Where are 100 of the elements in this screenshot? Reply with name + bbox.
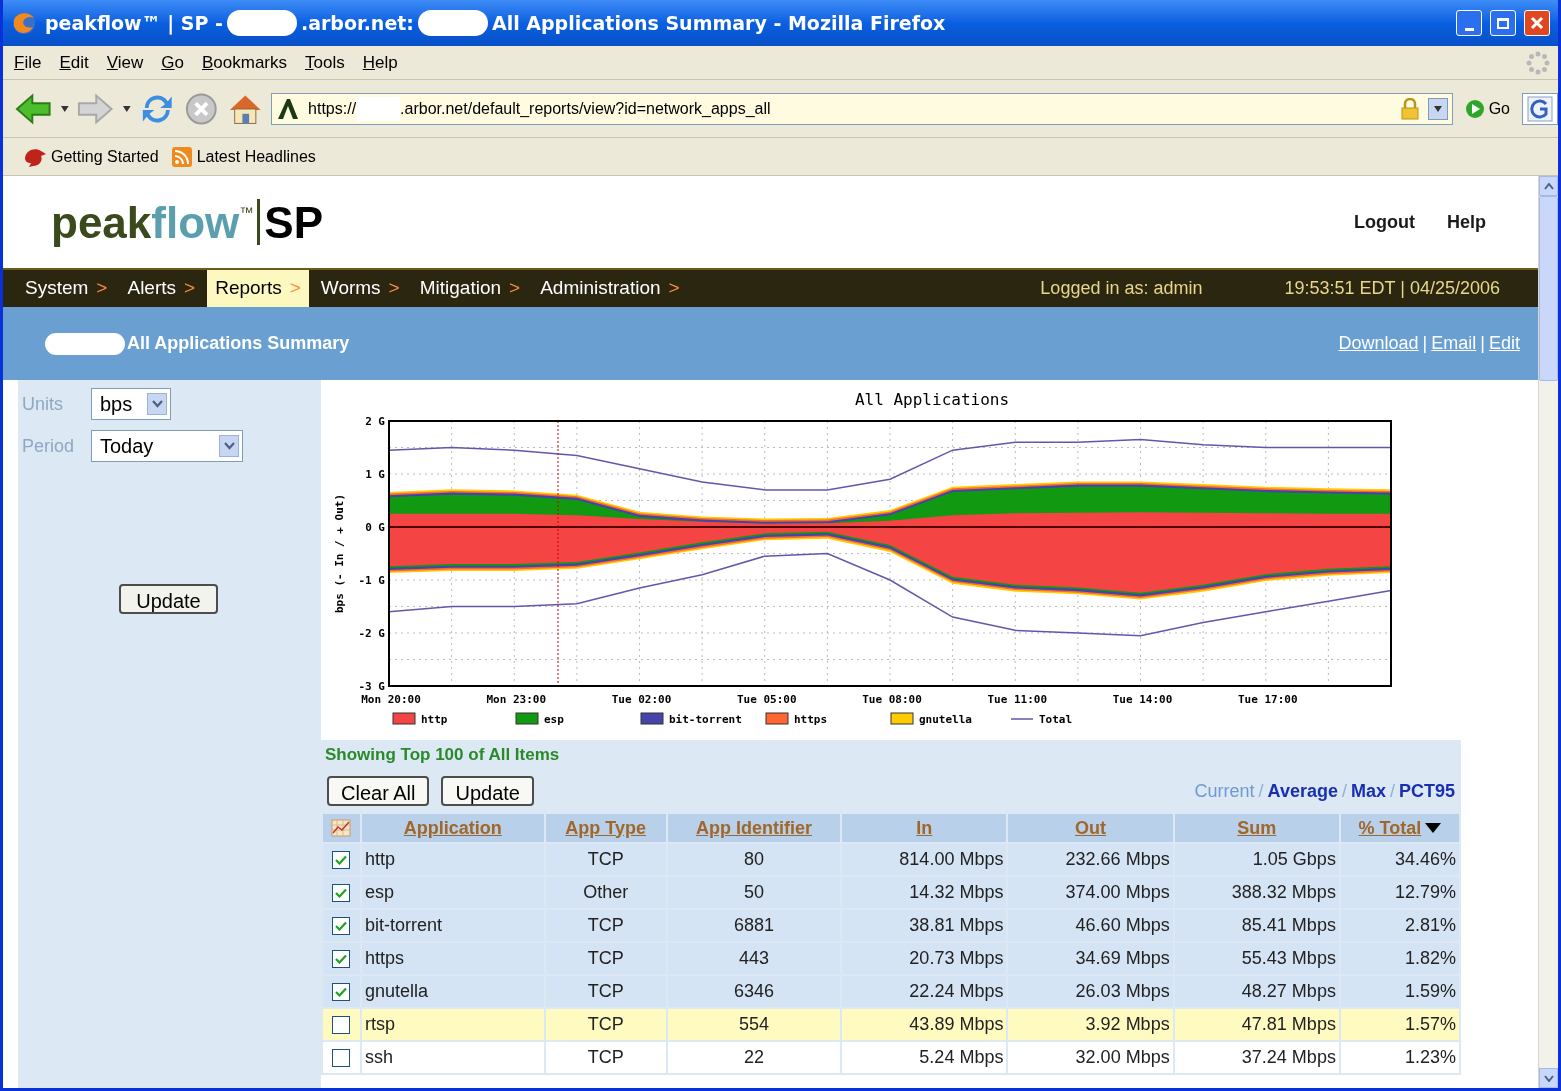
table-cell: 34.69 Mbps <box>1075 948 1170 968</box>
table-cell: 5.24 Mbps <box>919 1047 1004 1067</box>
update-button[interactable]: Update <box>119 584 218 614</box>
header-link[interactable]: Logout <box>1354 208 1415 236</box>
table-cell: 232.66 Mbps <box>1065 849 1170 869</box>
table-cell: 37.24 Mbps <box>1241 1047 1336 1067</box>
x-tick-label: Tue 05:00 <box>736 693 797 706</box>
separator-text: / <box>1389 779 1395 803</box>
dropdown-icon <box>1432 104 1443 113</box>
metric-link[interactable]: PCT95 <box>1398 777 1455 805</box>
table-cell: 46.60 Mbps <box>1075 915 1170 935</box>
results-caption: Showing Top 100 of All Items <box>325 744 560 767</box>
y-tick-label: -3 G <box>358 680 385 693</box>
scroll-up-button[interactable] <box>1539 176 1558 196</box>
bookmark-link[interactable]: Latest Headlines <box>170 144 316 169</box>
nav-tab[interactable]: Alerts > <box>119 270 204 307</box>
table-cell: 55.43 Mbps <box>1241 948 1336 968</box>
checkbox[interactable] <box>332 1015 351 1034</box>
select-field[interactable]: bps <box>91 388 171 420</box>
nav-tab[interactable]: Worms > <box>312 270 408 307</box>
menu-item[interactable]: View <box>99 47 151 78</box>
table-cell: https <box>364 948 404 968</box>
table-cell: TCP <box>587 1014 624 1034</box>
back-arrow-icon[interactable] <box>15 91 52 126</box>
checkbox[interactable] <box>332 982 351 1001</box>
chart-icon[interactable] <box>331 819 352 837</box>
table-cell: gnutella <box>364 981 428 1001</box>
menu-item[interactable]: Bookmarks <box>195 47 294 78</box>
nav-tab[interactable]: Mitigation > <box>411 270 529 307</box>
address-field[interactable]: https:// .arbor.net/default_reports/view?id=network_apps_all <box>271 92 1453 125</box>
table-cell: 12.79% <box>1394 882 1456 902</box>
legend-label: bit-torrent <box>669 713 742 726</box>
rss-icon <box>170 145 193 168</box>
separator-text: | <box>1422 332 1428 355</box>
table-cell: TCP <box>587 849 624 869</box>
scrollbar[interactable] <box>1538 176 1558 1088</box>
checkbox[interactable] <box>332 883 351 902</box>
url-text: .arbor.net/default_reports/view?id=network_apps_all <box>400 98 771 119</box>
legend-label: https <box>794 713 828 726</box>
menu-item[interactable]: Edit <box>52 47 96 78</box>
legend-label: gnutella <box>919 713 972 726</box>
table-cell: ssh <box>364 1047 393 1067</box>
chevron-text: > <box>184 276 196 301</box>
metric-link[interactable]: Average <box>1267 777 1338 805</box>
go-button[interactable]: Go <box>1460 93 1514 124</box>
menu-item[interactable]: Tools <box>298 47 352 78</box>
header-link[interactable]: Help <box>1447 208 1486 236</box>
site-icon <box>276 96 301 121</box>
table-cell: 26.03 Mbps <box>1075 981 1170 1001</box>
table-button[interactable]: Update <box>441 776 534 806</box>
checkbox[interactable] <box>332 916 351 935</box>
table-cell: 1.05 Gbps <box>1252 849 1336 869</box>
url-text: https:// <box>308 98 357 119</box>
checkbox[interactable] <box>332 949 351 968</box>
history-dropdown-button[interactable] <box>1427 97 1448 120</box>
logo-text: peak <box>51 201 152 245</box>
trademark-mark: ™ <box>239 203 254 220</box>
close-button[interactable] <box>1524 10 1550 36</box>
table-cell: 388.32 Mbps <box>1231 882 1336 902</box>
scroll-thumb[interactable] <box>1539 196 1558 381</box>
legend-label: Total <box>1039 713 1073 726</box>
scroll-down-button[interactable] <box>1539 1068 1558 1088</box>
table-cell: 1.82% <box>1404 948 1456 968</box>
menu-item[interactable]: File <box>7 47 49 78</box>
table-cell: esp <box>364 882 394 902</box>
table-cell: 814.00 Mbps <box>899 849 1004 869</box>
x-tick-label: Tue 14:00 <box>1112 693 1173 706</box>
select-field[interactable]: Today <box>91 430 243 462</box>
logo-text: flow <box>151 201 240 245</box>
redaction-mark <box>226 10 297 36</box>
separator-text: / <box>1258 779 1264 803</box>
table-cell: 374.00 Mbps <box>1065 882 1170 902</box>
table-cell: TCP <box>587 981 624 1001</box>
table-cell: TCP <box>587 915 624 935</box>
menu-item[interactable]: Go <box>154 47 191 78</box>
nav-tab[interactable]: Administration > <box>532 270 688 307</box>
maximize-button[interactable] <box>1490 10 1516 36</box>
table-cell: bit-torrent <box>364 915 442 935</box>
table-cell: 47.81 Mbps <box>1241 1014 1336 1034</box>
search-field[interactable] <box>1522 92 1558 125</box>
menu-item[interactable]: Help <box>355 47 405 78</box>
table-cell: 48.27 Mbps <box>1241 981 1336 1001</box>
dropdown-icon[interactable] <box>59 104 70 113</box>
dropdown-icon <box>151 400 163 408</box>
table-cell: 6346 <box>733 981 774 1001</box>
nav-tab[interactable]: Reports > <box>207 270 309 307</box>
dropdown-icon[interactable] <box>121 104 132 113</box>
window-title: All Applications Summary - Mozilla Firefox <box>491 10 946 36</box>
metric-link[interactable]: Max <box>1350 777 1386 805</box>
bookmark-link[interactable]: Getting Started <box>23 144 159 169</box>
nav-tab[interactable]: System > <box>17 270 116 307</box>
table-cell: 22.24 Mbps <box>909 981 1004 1001</box>
y-tick-label: 1 G <box>365 468 385 481</box>
minimize-button[interactable] <box>1456 10 1482 36</box>
table-button[interactable]: Clear All <box>327 776 430 806</box>
table-cell: 34.46% <box>1394 849 1456 869</box>
checkbox[interactable] <box>332 1048 351 1067</box>
field-label: Period <box>21 434 76 458</box>
window-title: peakflow™ | SP - <box>45 10 223 37</box>
checkbox[interactable] <box>332 850 351 869</box>
